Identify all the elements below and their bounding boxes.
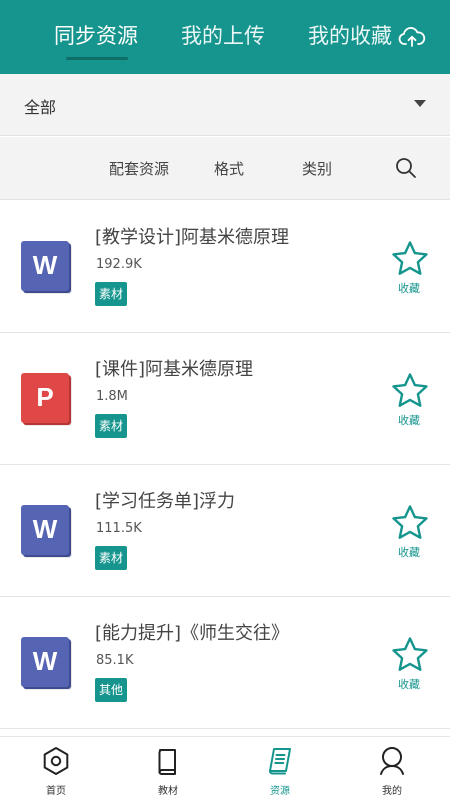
tab-my-favorites[interactable]: 我的收藏 xyxy=(308,22,392,50)
resource-book-icon xyxy=(269,748,291,775)
resource-title: [课件]阿基米德原理 xyxy=(95,359,254,380)
resource-size: 1.8M xyxy=(96,389,128,404)
nav-textbook-label: 教材 xyxy=(158,786,178,797)
resource-title: [教学设计]阿基米德原理 xyxy=(95,227,290,248)
filter-bar: 配套资源 格式 类别 xyxy=(0,137,450,200)
user-icon xyxy=(380,747,404,775)
list-item[interactable]: W [学习任务单]浮力 111.5K 素材 收藏 xyxy=(0,465,450,597)
word-document-icon: W xyxy=(21,241,69,291)
nav-home-label: 首页 xyxy=(46,786,66,797)
favorite-label[interactable]: 收藏 xyxy=(398,412,420,428)
home-hexagon-icon xyxy=(43,747,69,775)
word-document-icon: W xyxy=(21,637,69,687)
caret-down-icon xyxy=(414,100,426,107)
cloud-upload-icon[interactable] xyxy=(398,25,426,49)
star-icon[interactable] xyxy=(390,239,430,279)
top-tab-bar: 同步资源 我的上传 我的收藏 xyxy=(0,0,450,74)
tab-my-uploads[interactable]: 我的上传 xyxy=(181,22,265,50)
star-icon[interactable] xyxy=(390,635,430,675)
nav-resources[interactable]: 资源 xyxy=(224,737,336,800)
filter-matching-resources[interactable]: 配套资源 xyxy=(109,158,169,179)
resource-tag: 其他 xyxy=(95,678,128,702)
ppt-document-icon: P xyxy=(21,373,69,423)
nav-resources-label: 资源 xyxy=(270,786,290,797)
favorite-label[interactable]: 收藏 xyxy=(398,676,420,692)
resource-size: 85.1K xyxy=(96,653,134,668)
active-tab-indicator xyxy=(66,57,128,60)
book-icon xyxy=(158,749,176,775)
nav-home[interactable]: 首页 xyxy=(0,737,112,800)
resource-size: 192.9K xyxy=(96,257,142,272)
list-item[interactable]: W [教学设计]阿基米德原理 192.9K 素材 收藏 xyxy=(0,201,450,333)
resource-size: 111.5K xyxy=(96,521,142,536)
star-icon[interactable] xyxy=(390,371,430,411)
category-dropdown-value: 全部 xyxy=(24,98,57,117)
bottom-nav: 首页 教材 资源 我的 xyxy=(0,736,450,800)
resource-tag: 素材 xyxy=(95,546,128,570)
resource-tag: 素材 xyxy=(95,282,128,306)
nav-textbook[interactable]: 教材 xyxy=(112,737,224,800)
favorite-label[interactable]: 收藏 xyxy=(398,544,420,560)
favorite-label[interactable]: 收藏 xyxy=(398,280,420,296)
word-document-icon: W xyxy=(21,505,69,555)
nav-mine[interactable]: 我的 xyxy=(336,737,448,800)
filter-format[interactable]: 格式 xyxy=(214,158,244,179)
resource-tag: 素材 xyxy=(95,414,128,438)
filter-category[interactable]: 类别 xyxy=(302,158,332,179)
resource-title: [学习任务单]浮力 xyxy=(95,491,236,512)
list-item[interactable]: P [课件]阿基米德原理 1.8M 素材 收藏 xyxy=(0,333,450,465)
resource-list: W [教学设计]阿基米德原理 192.9K 素材 收藏 P [课件]阿基米德原理… xyxy=(0,201,450,729)
tab-sync-resources[interactable]: 同步资源 xyxy=(54,22,138,50)
list-item[interactable]: W [能力提升]《师生交往》 85.1K 其他 收藏 xyxy=(0,597,450,729)
search-icon[interactable] xyxy=(394,156,418,180)
nav-mine-label: 我的 xyxy=(382,786,402,797)
category-dropdown[interactable]: 全部 xyxy=(0,74,450,136)
star-icon[interactable] xyxy=(390,503,430,543)
resource-title: [能力提升]《师生交往》 xyxy=(95,623,290,644)
